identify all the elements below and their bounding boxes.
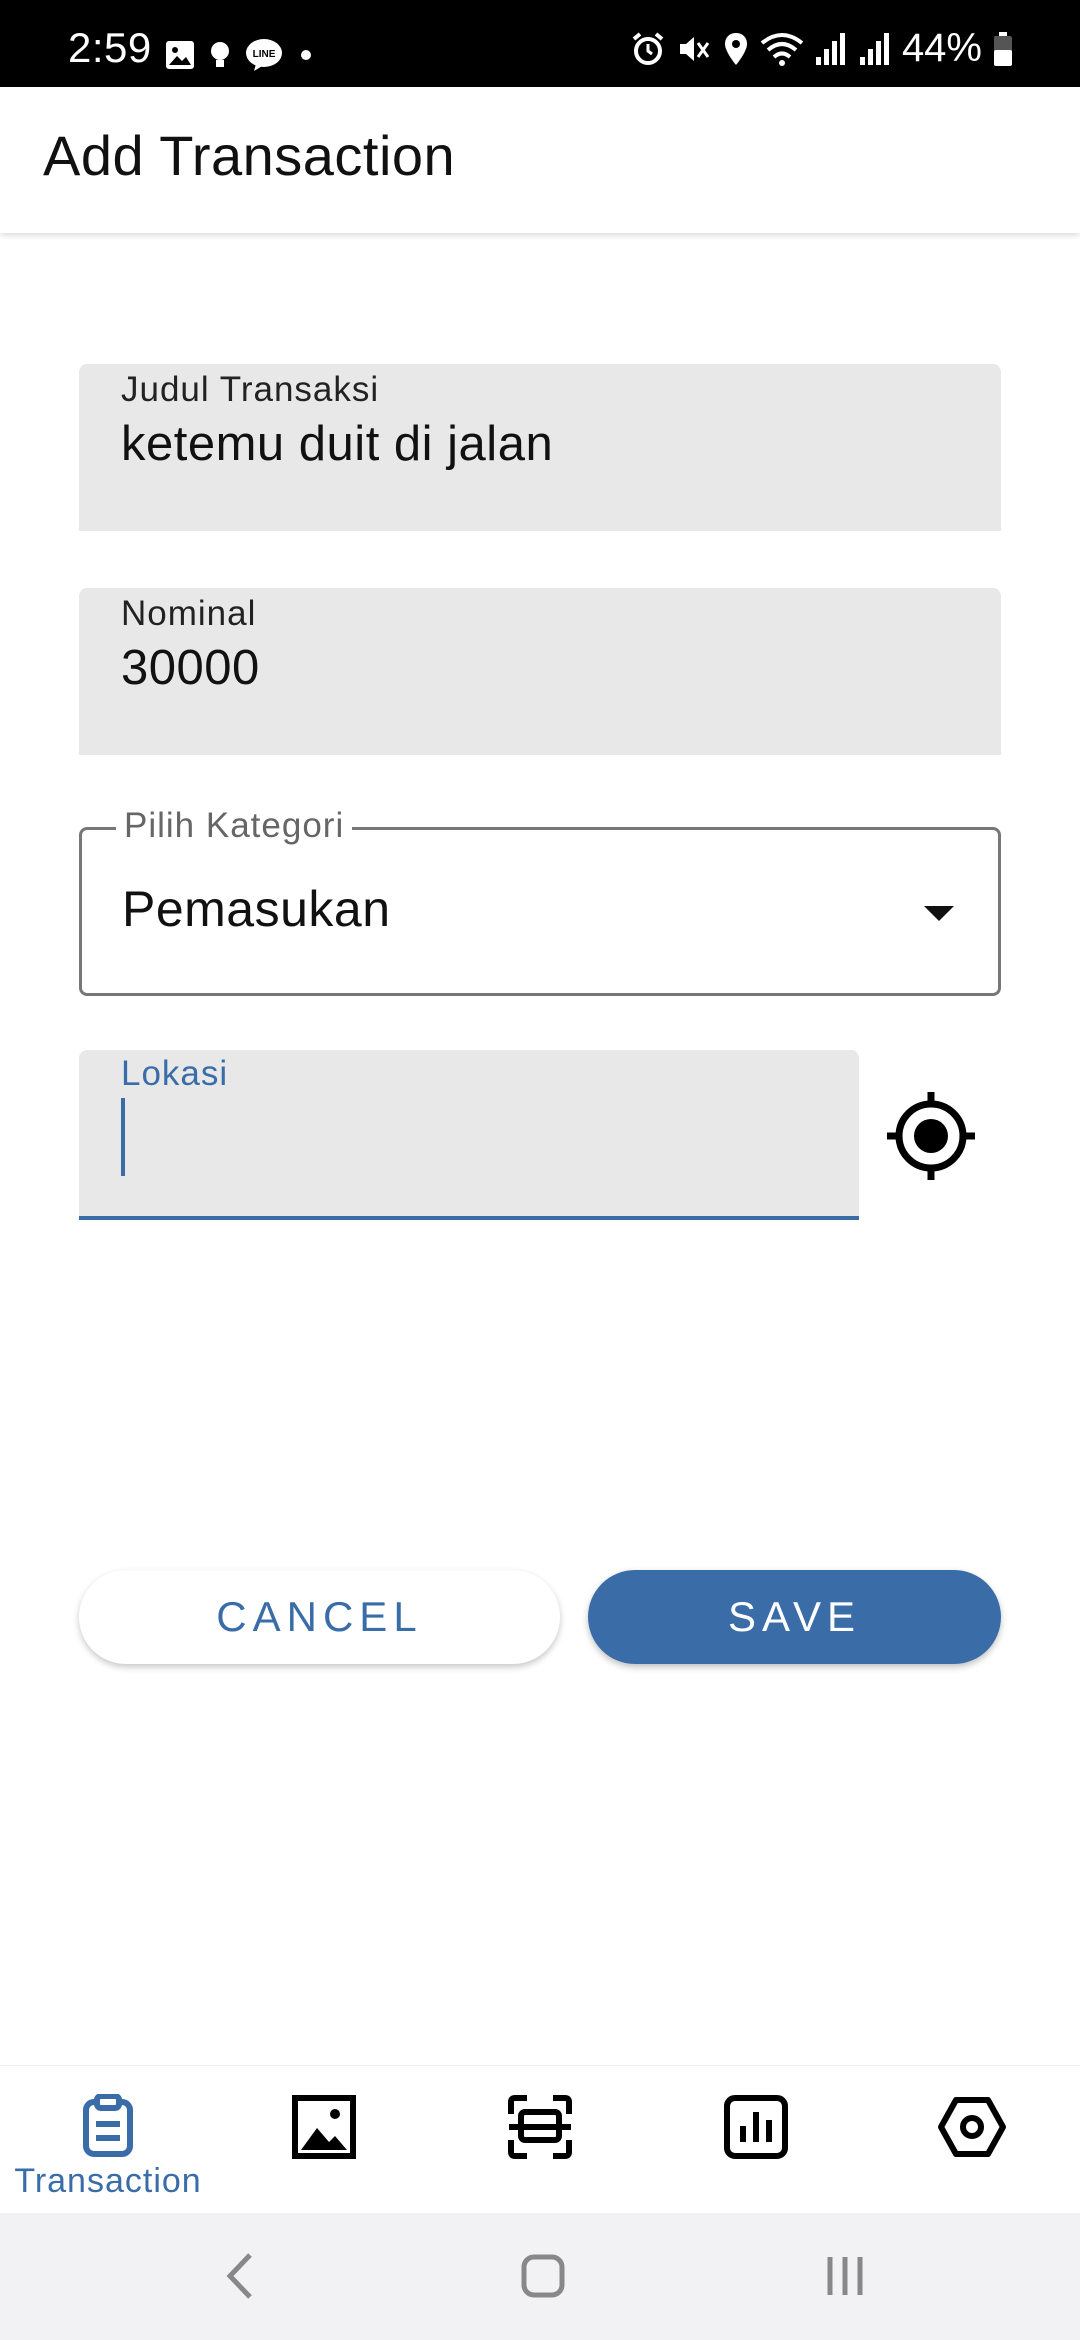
location-field[interactable]: Lokasi (79, 1050, 859, 1220)
battery-icon (994, 31, 1012, 66)
text-cursor (121, 1098, 125, 1176)
location-label: Lokasi (121, 1054, 229, 1093)
chart-icon (724, 2095, 788, 2159)
amount-field[interactable]: Nominal 30000 (79, 588, 1001, 755)
line-app-icon: LINE (246, 39, 282, 71)
app-bar: Add Transaction (0, 87, 1080, 233)
cancel-button[interactable]: CANCEL (79, 1570, 560, 1664)
nav-item-gallery[interactable] (216, 2066, 432, 2214)
recents-icon[interactable] (800, 2241, 890, 2311)
wifi-icon (760, 32, 804, 66)
transaction-title-label: Judul Transaksi (121, 370, 380, 409)
signal-icon (815, 32, 845, 65)
bottom-navigation: Transaction (0, 2065, 1080, 2213)
save-button[interactable]: SAVE (588, 1570, 1001, 1664)
status-time: 2:59 (68, 24, 152, 71)
bulb-icon (211, 42, 229, 67)
back-icon[interactable] (198, 2241, 288, 2311)
status-right-icons: 44% (630, 26, 1014, 71)
system-navigation-bar (0, 2213, 1080, 2340)
amount-label: Nominal (121, 594, 257, 633)
category-dropdown[interactable]: Pilih Kategori Pemasukan (79, 806, 1001, 996)
alarm-icon (632, 31, 664, 65)
scan-icon (508, 2095, 572, 2159)
nav-item-transaction[interactable]: Transaction (0, 2066, 216, 2214)
battery-percent: 44% (901, 26, 982, 70)
gallery-icon (166, 41, 194, 69)
mute-vibrate-icon (679, 36, 710, 61)
category-value: Pemasukan (122, 881, 391, 937)
transaction-title-field[interactable]: Judul Transaksi ketemu duit di jalan (79, 364, 1001, 531)
my-location-icon[interactable] (880, 1088, 982, 1184)
settings-icon (938, 2097, 1006, 2157)
home-icon[interactable] (498, 2241, 588, 2311)
category-label: Pilih Kategori (116, 806, 353, 846)
amount-value: 30000 (121, 641, 260, 695)
image-icon (292, 2095, 356, 2159)
svg-text:LINE: LINE (253, 49, 276, 60)
status-bar: 2:59 LINE 44% (0, 0, 1080, 87)
nav-item-scan[interactable] (432, 2066, 648, 2214)
nav-label-transaction: Transaction (14, 2162, 202, 2200)
location-icon (724, 32, 747, 65)
signal-icon (859, 32, 889, 65)
dropdown-arrow-icon (924, 906, 954, 921)
status-left-icons: LINE (164, 38, 316, 72)
nav-item-stats[interactable] (648, 2066, 864, 2214)
clipboard-icon (83, 2094, 133, 2157)
nav-item-settings[interactable] (864, 2066, 1080, 2214)
page-title: Add Transaction (43, 124, 456, 187)
transaction-title-value: ketemu duit di jalan (121, 417, 554, 471)
dot-icon (301, 50, 311, 60)
